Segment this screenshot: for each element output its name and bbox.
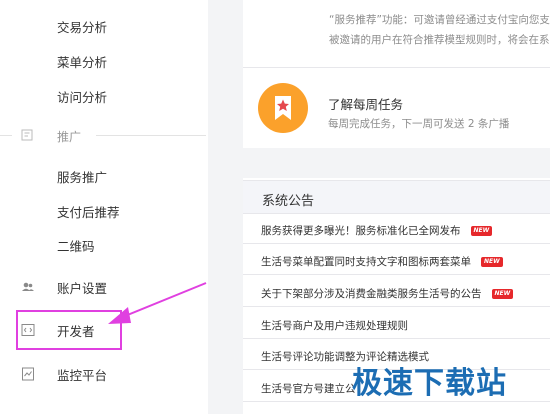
- service-recommend-intro: “服务推荐”功能：可邀请曾经通过支付宝向您支 被邀请的用户在符合推荐模型规则时，…: [243, 0, 550, 68]
- sidebar-item-after-pay-recommend[interactable]: 支付后推荐: [57, 202, 120, 221]
- notice-text[interactable]: 生活号官方号建立公: [261, 383, 356, 395]
- promote-icon: [21, 129, 33, 144]
- intro-text-line: 被邀请的用户在符合推荐模型规则时，将会在系: [329, 34, 550, 46]
- section-label-promote: 推广: [57, 130, 82, 144]
- divider: [96, 135, 206, 136]
- task-subtitle: 每周完成任务，下一周可发送 2 条广播: [328, 118, 510, 130]
- new-badge: NEW: [470, 226, 493, 236]
- weekly-task-panel[interactable]: 了解每周任务 每周完成任务，下一周可发送 2 条广播: [243, 68, 550, 148]
- notice-row[interactable]: 生活号菜单配置同时支持文字和图标两套菜单 NEW: [243, 247, 550, 275]
- intro-text-line: “服务推荐”功能：可邀请曾经通过支付宝向您支: [329, 14, 550, 26]
- section-separator: [243, 148, 550, 178]
- users-icon: [21, 279, 35, 293]
- new-badge: NEW: [491, 289, 514, 299]
- notice-text[interactable]: 服务获得更多曝光！服务标准化已全网发布: [261, 225, 461, 237]
- main-content: “服务推荐”功能：可邀请曾经通过支付宝向您支 被邀请的用户在符合推荐模型规则时，…: [243, 0, 550, 414]
- sidebar-item-trade-analysis[interactable]: 交易分析: [57, 17, 107, 36]
- sidebar-item-menu-analysis[interactable]: 菜单分析: [57, 52, 107, 71]
- notice-text[interactable]: 生活号菜单配置同时支持文字和图标两套菜单: [261, 256, 471, 268]
- sidebar-item-monitor-platform[interactable]: 监控平台: [57, 365, 107, 384]
- site-watermark: 极速下载站: [352, 366, 507, 401]
- notice-title: 系统公告: [262, 194, 315, 209]
- content-gutter: [208, 0, 243, 414]
- sidebar-item-qrcode[interactable]: 二维码: [57, 236, 95, 255]
- notice-row[interactable]: 关于下架部分涉及消费金融类服务生活号的公告 NEW: [243, 279, 550, 307]
- sidebar: 交易分析 菜单分析 访问分析 推广 服务推广 支付后推荐 二维码 账户设置 开发…: [0, 0, 208, 414]
- task-title[interactable]: 了解每周任务: [328, 94, 403, 113]
- annotation-arrow: [108, 282, 207, 324]
- notice-header: 系统公告: [243, 180, 550, 214]
- notice-row[interactable]: 生活号商户及用户违规处理规则: [243, 311, 550, 339]
- notice-row[interactable]: 服务获得更多曝光！服务标准化已全网发布 NEW: [243, 216, 550, 244]
- new-badge: NEW: [481, 257, 503, 267]
- notice-text[interactable]: 关于下架部分涉及消费金融类服务生活号的公告: [261, 288, 482, 300]
- sidebar-item-visit-analysis[interactable]: 访问分析: [57, 87, 107, 106]
- sidebar-item-service-promote[interactable]: 服务推广: [57, 167, 107, 186]
- notice-text[interactable]: 生活号商户及用户违规处理规则: [261, 320, 408, 332]
- monitor-icon: [21, 366, 35, 381]
- divider: [0, 135, 12, 136]
- bookmark-star-icon: [258, 83, 308, 133]
